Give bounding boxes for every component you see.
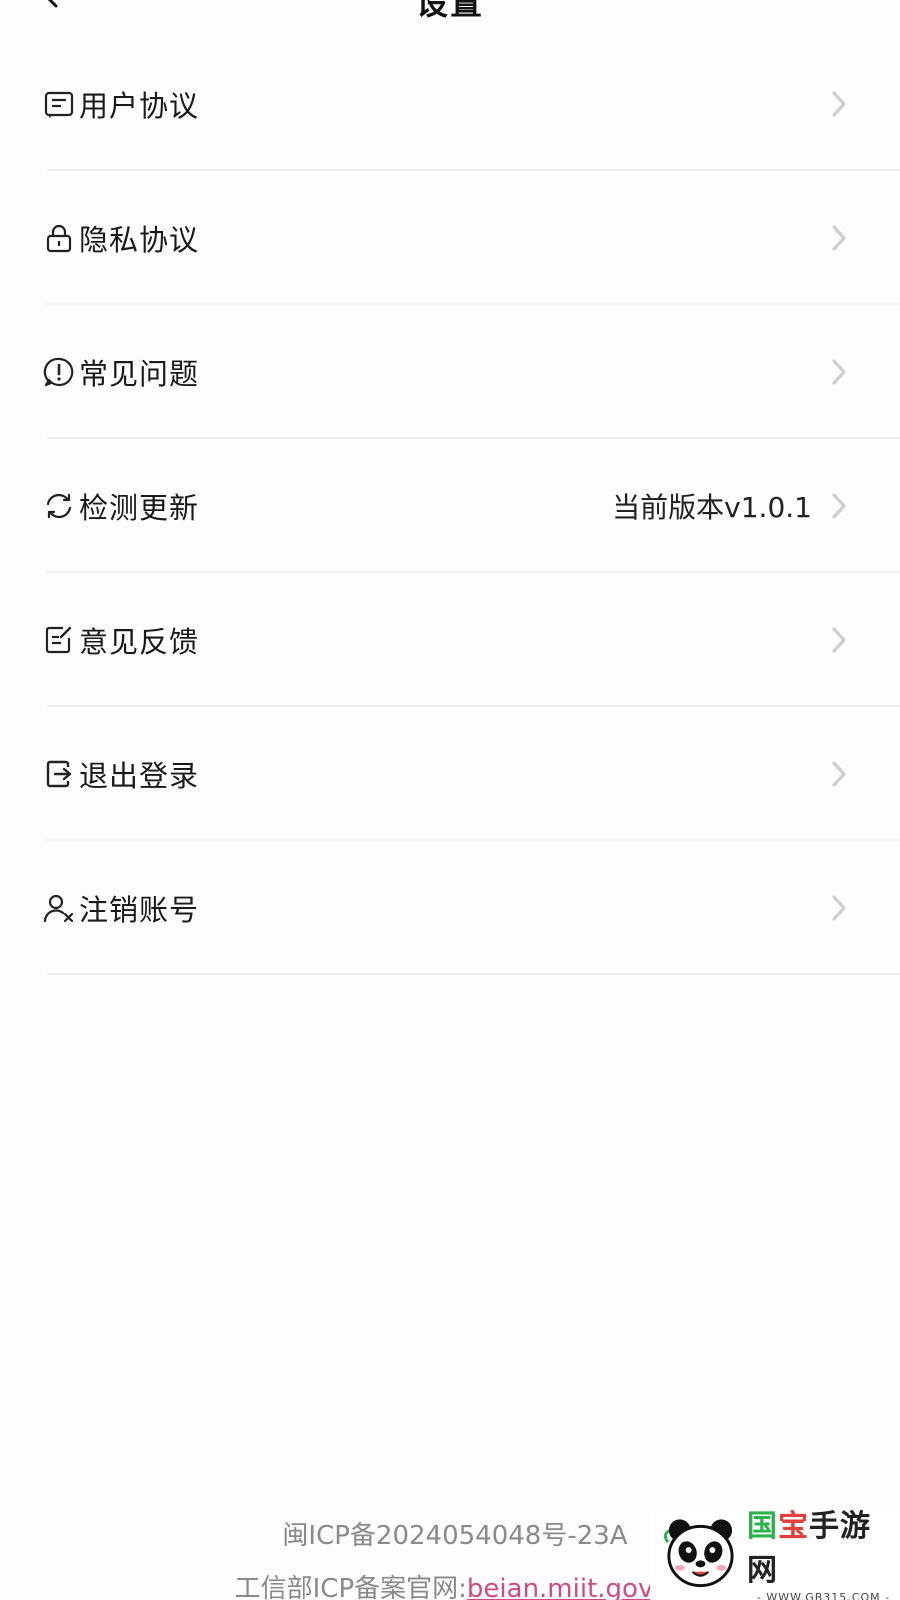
menu-item-check-update[interactable]: 检测更新 当前版本v1.0.1 xyxy=(0,439,900,573)
menu-item-label: 用户协议 xyxy=(79,89,200,123)
menu-item-logout[interactable]: 退出登录 xyxy=(0,707,900,841)
document-icon xyxy=(43,88,75,120)
menu-item-feedback[interactable]: 意见反馈 xyxy=(0,573,900,707)
menu-item-user-agreement[interactable]: 用户协议 xyxy=(0,37,900,171)
menu-item-delete-account[interactable]: 注销账号 xyxy=(0,841,900,975)
watermark-brand: 国宝手游网 xyxy=(746,1509,871,1588)
menu-item-label: 注销账号 xyxy=(79,893,200,927)
lock-icon xyxy=(43,222,75,254)
edit-note-icon xyxy=(43,624,75,656)
settings-menu: 用户协议 隐私协议 常见问题 检测更新 当前版本v1.0.1 意见反馈 退出登录… xyxy=(0,37,900,975)
chevron-right-icon xyxy=(828,625,850,655)
logout-icon xyxy=(43,758,75,790)
watermark-text: 国宝手游网 - WWW.GB315.COM - xyxy=(747,1501,900,1600)
user-remove-icon xyxy=(43,892,75,924)
version-value: 当前版本v1.0.1 xyxy=(612,491,812,524)
chevron-right-icon xyxy=(828,759,850,789)
watermark: 国宝手游网 - WWW.GB315.COM - xyxy=(650,1505,900,1600)
menu-item-label: 退出登录 xyxy=(79,759,200,793)
chevron-right-icon xyxy=(828,357,850,387)
menu-item-label: 隐私协议 xyxy=(79,223,200,257)
chevron-right-icon xyxy=(828,223,850,253)
refresh-icon xyxy=(43,490,75,522)
chevron-right-icon xyxy=(828,893,850,923)
menu-item-label: 检测更新 xyxy=(79,491,200,525)
icp-site-label: 工信部ICP备案官网: xyxy=(234,1574,467,1600)
question-icon xyxy=(43,356,75,388)
menu-item-faq[interactable]: 常见问题 xyxy=(0,305,900,439)
page-title: 设置 xyxy=(415,0,484,22)
icp-site-link[interactable]: beian.miit.gov xyxy=(467,1574,653,1600)
watermark-url: - WWW.GB315.COM - xyxy=(756,1591,891,1600)
chevron-right-icon xyxy=(828,89,850,119)
menu-item-label: 意见反馈 xyxy=(79,625,200,659)
top-bar: 设置 xyxy=(0,0,900,30)
chevron-right-icon xyxy=(828,491,850,521)
menu-item-label: 常见问题 xyxy=(79,357,200,391)
panda-logo-icon xyxy=(663,1518,734,1587)
menu-item-privacy-agreement[interactable]: 隐私协议 xyxy=(0,171,900,305)
